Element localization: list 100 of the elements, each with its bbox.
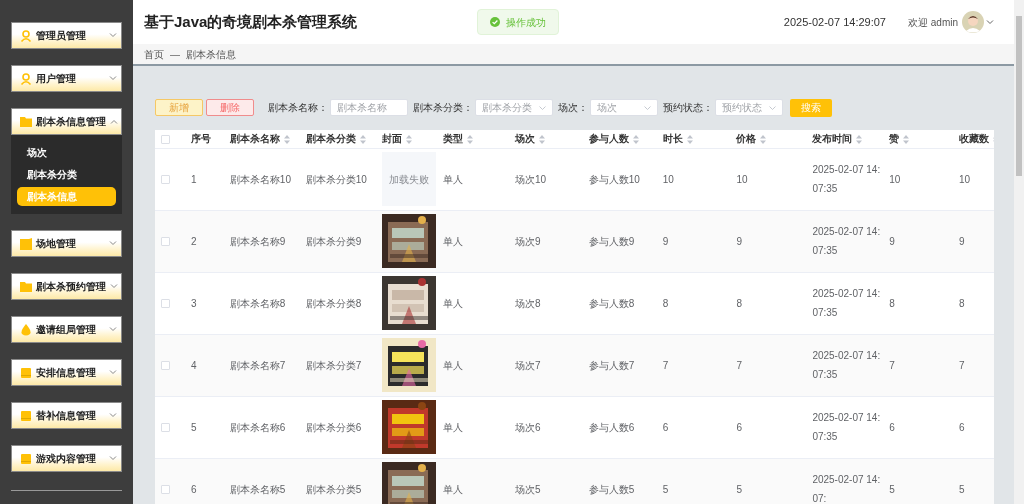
sort-icon[interactable] bbox=[686, 135, 693, 145]
table-cell-text: 2025-02-07 14:07: bbox=[812, 473, 881, 504]
table-cell: 9 bbox=[662, 235, 669, 247]
person-icon bbox=[20, 72, 32, 85]
column-header[interactable]: 收藏数 bbox=[959, 133, 990, 145]
chevron-down-icon bbox=[539, 105, 546, 110]
sort-icon[interactable] bbox=[359, 135, 366, 145]
table-cell-text: 2025-02-07 14:07:35 bbox=[812, 411, 881, 444]
sort-icon[interactable] bbox=[903, 135, 910, 145]
row-checkbox[interactable] bbox=[161, 361, 170, 371]
column-header[interactable]: 剧本杀名称 bbox=[229, 133, 280, 145]
sidebar-item[interactable]: 场地管理 bbox=[11, 230, 122, 257]
table-cell: 剧本杀分类7 bbox=[305, 359, 362, 371]
table-cell: 10 bbox=[662, 173, 674, 185]
filter-label: 剧本杀分类： bbox=[413, 101, 473, 115]
table-cell: 7 bbox=[662, 359, 669, 371]
app-title: 基于Java的奇境剧本杀管理系统 bbox=[144, 11, 359, 32]
sidebar-item-label: 场地管理 bbox=[36, 237, 77, 251]
table-cell: 4 bbox=[190, 359, 197, 371]
table-cell: 参与人数8 bbox=[588, 297, 635, 309]
table-cell: 3 bbox=[190, 297, 197, 309]
sidebar-item-label: 剧本杀信息管理 bbox=[36, 115, 106, 129]
sort-icon[interactable] bbox=[856, 135, 863, 145]
sort-icon[interactable] bbox=[760, 135, 767, 145]
table-cell: 10 bbox=[889, 173, 901, 185]
sidebar-item-label: 管理员管理 bbox=[36, 29, 87, 43]
table-cell: 剧本杀分类8 bbox=[305, 297, 362, 309]
name-input-field[interactable]: 剧本杀名称 bbox=[330, 99, 408, 116]
filter-label: 场次： bbox=[558, 101, 588, 115]
column-header[interactable]: 剧本杀分类 bbox=[305, 133, 356, 145]
breadcrumb-item: 剧本杀信息 bbox=[186, 47, 236, 62]
drop-icon bbox=[20, 323, 32, 336]
column-header[interactable]: 序号 bbox=[190, 133, 211, 145]
table-cell: 参与人数7 bbox=[588, 359, 635, 371]
avatar-icon[interactable] bbox=[962, 11, 984, 33]
note-icon bbox=[20, 237, 32, 250]
submenu-item[interactable]: 场次 bbox=[17, 143, 116, 162]
sidebar-item[interactable]: 剧本杀预约管理 bbox=[11, 273, 122, 300]
scrollbar-thumb[interactable] bbox=[1016, 16, 1022, 176]
sidebar-item[interactable]: 剧本杀信息管理 bbox=[11, 108, 122, 135]
table-cell: 2 bbox=[190, 235, 197, 247]
column-header[interactable]: 封面 bbox=[381, 133, 402, 145]
row-checkbox[interactable] bbox=[161, 299, 170, 309]
table-cell: 5 bbox=[736, 483, 743, 495]
column-header[interactable]: 场次 bbox=[514, 133, 535, 145]
breadcrumb-item[interactable]: 首页 bbox=[144, 46, 164, 62]
table-cell-text: 2025-02-07 14:07:35 bbox=[812, 225, 881, 258]
row-checkbox[interactable] bbox=[161, 423, 170, 433]
table-cell: 剧本杀名称7 bbox=[229, 359, 286, 371]
sort-icon[interactable] bbox=[632, 135, 639, 145]
table-cell: 剧本杀分类5 bbox=[305, 483, 362, 495]
column-header[interactable]: 时长 bbox=[662, 133, 683, 145]
filter-label: 剧本杀名称： bbox=[268, 101, 328, 115]
column-header[interactable]: 参与人数 bbox=[588, 133, 629, 145]
table-cell: 参与人数6 bbox=[588, 421, 635, 433]
table-cell: 8 bbox=[959, 297, 965, 309]
table-cell: 6 bbox=[662, 421, 669, 433]
column-header[interactable]: 发布时间 bbox=[812, 133, 853, 145]
table-cell: 剧本杀分类10 bbox=[305, 173, 367, 185]
sort-icon[interactable] bbox=[538, 135, 545, 145]
sidebar-item[interactable]: 用户管理 bbox=[11, 65, 122, 92]
sidebar-item[interactable]: 管理员管理 bbox=[11, 22, 122, 49]
column-header[interactable]: 价格 bbox=[736, 133, 757, 145]
table-cell: 剧本杀分类9 bbox=[305, 235, 362, 247]
table-cell: 参与人数5 bbox=[588, 483, 635, 495]
table-cell: 1 bbox=[190, 173, 197, 185]
scrollbar[interactable] bbox=[1014, 0, 1024, 504]
table-cell: 剧本杀名称8 bbox=[229, 297, 286, 309]
column-header[interactable]: 类型 bbox=[443, 133, 464, 145]
chevron-down-icon bbox=[644, 105, 651, 110]
sort-icon[interactable] bbox=[405, 135, 412, 145]
sidebar-item-label: 游戏内容管理 bbox=[36, 452, 97, 466]
row-checkbox[interactable] bbox=[161, 175, 170, 185]
table-cell: 剧本杀名称10 bbox=[229, 173, 291, 185]
row-checkbox[interactable] bbox=[161, 485, 170, 495]
chevron-down-icon[interactable] bbox=[986, 19, 994, 25]
sidebar-item[interactable]: 安排信息管理 bbox=[11, 359, 122, 386]
sidebar-item[interactable]: 替补信息管理 bbox=[11, 402, 122, 429]
row-checkbox[interactable] bbox=[161, 237, 170, 247]
sort-icon[interactable] bbox=[283, 135, 290, 145]
filter-label: 预约状态： bbox=[663, 101, 713, 115]
sidebar-item[interactable]: 游戏内容管理 bbox=[11, 445, 122, 472]
card-icon bbox=[20, 452, 32, 465]
table-cell: 6 bbox=[959, 421, 965, 433]
table-cell: 单人 bbox=[443, 483, 464, 495]
table-cell: 场次10 bbox=[514, 173, 547, 185]
submenu-item[interactable]: 剧本杀分类 bbox=[17, 165, 116, 184]
table-cell: 参与人数9 bbox=[588, 235, 635, 247]
table-cell: 10 bbox=[736, 173, 748, 185]
table-cell: 参与人数10 bbox=[588, 173, 640, 185]
select-all-checkbox[interactable] bbox=[161, 135, 170, 145]
table-cell: 场次9 bbox=[514, 235, 541, 247]
table-cell: 剧本杀名称9 bbox=[229, 235, 286, 247]
table-cell: 6 bbox=[889, 421, 895, 433]
table-cell: 6 bbox=[736, 421, 743, 433]
sort-icon[interactable] bbox=[467, 135, 474, 145]
select-placeholder: 剧本杀分类 bbox=[482, 101, 532, 115]
check-circle-icon bbox=[490, 17, 500, 27]
column-header[interactable]: 赞 bbox=[889, 133, 900, 145]
sidebar-item[interactable]: 邀请组局管理 bbox=[11, 316, 122, 343]
